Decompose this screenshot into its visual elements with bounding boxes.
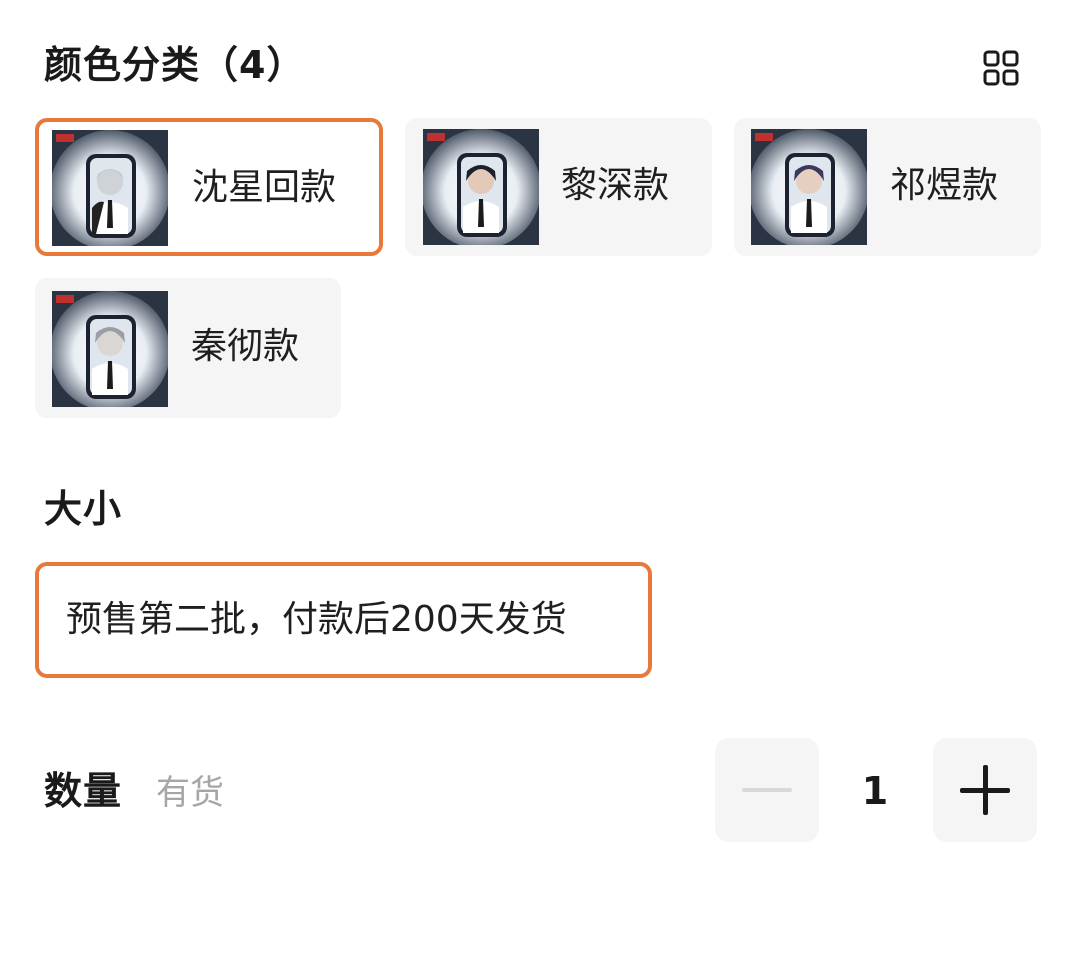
color-option-label: 沈星回款 — [192, 167, 337, 208]
minus-icon — [742, 788, 792, 792]
color-option-li-shen[interactable]: 黎深款 — [405, 118, 712, 256]
quantity-increase-button[interactable] — [933, 738, 1037, 842]
color-section-title: 颜色分类（4） — [44, 43, 306, 87]
option-thumbnail — [52, 130, 168, 246]
color-option-label: 黎深款 — [561, 165, 670, 206]
color-option-label: 祁煜款 — [890, 165, 999, 206]
quantity-value[interactable]: 1 — [840, 772, 910, 810]
color-option-qi-yu[interactable]: 祁煜款 — [734, 118, 1041, 256]
stock-status: 有货 — [156, 773, 224, 813]
size-option-presale-batch-2[interactable]: 预售第二批，付款后200天发货 — [35, 562, 652, 678]
grid-view-icon[interactable] — [983, 50, 1019, 86]
quantity-section-title: 数量 — [44, 769, 123, 813]
option-thumbnail — [52, 291, 168, 407]
size-section-title: 大小 — [44, 487, 123, 531]
sku-selector-panel: 颜色分类（4） 沈星回款 黎深款 祁煜款 秦彻款 大小 预售第二批，付款后200… — [0, 0, 1080, 964]
color-option-qin-che[interactable]: 秦彻款 — [35, 278, 341, 418]
color-option-label: 秦彻款 — [191, 326, 300, 367]
plus-icon-vertical — [983, 765, 988, 815]
quantity-decrease-button[interactable] — [715, 738, 819, 842]
option-thumbnail — [423, 129, 539, 245]
option-thumbnail — [751, 129, 867, 245]
color-option-shen-xinghui[interactable]: 沈星回款 — [35, 118, 383, 256]
size-option-label: 预售第二批，付款后200天发货 — [66, 599, 567, 640]
